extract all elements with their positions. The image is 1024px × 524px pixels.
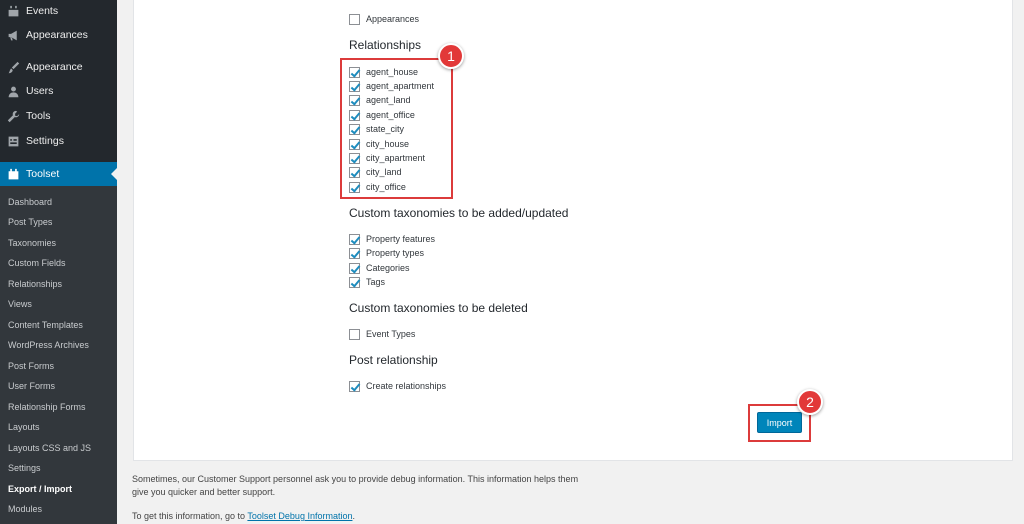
submenu-item-settings[interactable]: Settings bbox=[8, 463, 41, 473]
menu-item-tools[interactable]: Tools bbox=[0, 105, 117, 127]
submenu-item-export-import[interactable]: Export / Import bbox=[8, 484, 72, 494]
annotation-badge-1: 1 bbox=[438, 43, 464, 69]
checkbox-taxonomy[interactable]: Property features bbox=[349, 232, 435, 246]
checkbox-label: Tags bbox=[366, 277, 386, 287]
submenu-item-post-types[interactable]: Post Types bbox=[8, 217, 52, 227]
menu-label: Toolset bbox=[26, 168, 60, 180]
relationships-heading: Relationships bbox=[349, 38, 422, 52]
menu-item-appearance[interactable]: Appearance bbox=[0, 56, 117, 78]
checkbox-label: Create relationships bbox=[366, 381, 447, 391]
checkbox[interactable] bbox=[349, 13, 360, 25]
import-panel bbox=[133, 0, 1013, 461]
annotation-badge-2: 2 bbox=[797, 389, 823, 415]
menu-label: Settings bbox=[26, 135, 64, 147]
checkbox-label: Property types bbox=[366, 248, 425, 258]
toolset-submenu: Dashboard Post Types Taxonomies Custom F… bbox=[0, 186, 117, 524]
checkbox-taxonomy[interactable]: Tags bbox=[349, 275, 385, 289]
submenu-item-post-forms[interactable]: Post Forms bbox=[8, 361, 54, 371]
checkbox[interactable] bbox=[349, 233, 360, 245]
user-icon bbox=[6, 84, 20, 98]
menu-label: Tools bbox=[26, 110, 51, 122]
relationships-highlight-box bbox=[340, 58, 453, 199]
megaphone-icon bbox=[6, 28, 20, 42]
checkbox[interactable] bbox=[349, 276, 360, 288]
submenu-item-relationships[interactable]: Relationships bbox=[8, 279, 62, 289]
submenu-item-modules[interactable]: Modules bbox=[8, 504, 42, 514]
checkbox-label: Appearances bbox=[366, 14, 420, 24]
paintbrush-icon bbox=[6, 60, 20, 74]
debug-info-prefix: To get this information, go to bbox=[132, 511, 248, 521]
post-relationship-heading: Post relationship bbox=[349, 353, 438, 367]
menu-item-events[interactable]: Events bbox=[0, 0, 117, 22]
checkbox[interactable] bbox=[349, 380, 360, 392]
debug-info-line-1: Sometimes, our Customer Support personne… bbox=[132, 474, 579, 484]
menu-label: Appearance bbox=[26, 61, 83, 73]
checkbox-label: Categories bbox=[366, 263, 410, 273]
menu-item-toolset[interactable]: Toolset bbox=[0, 162, 117, 186]
menu-label: Appearances bbox=[26, 29, 88, 41]
checkbox-create-relationships[interactable]: Create relationships bbox=[349, 379, 446, 393]
submenu-item-dashboard[interactable]: Dashboard bbox=[8, 197, 52, 207]
import-button[interactable]: Import bbox=[757, 412, 802, 433]
settings-icon bbox=[6, 134, 20, 148]
submenu-item-content-templates[interactable]: Content Templates bbox=[8, 320, 83, 330]
menu-item-users[interactable]: Users bbox=[0, 80, 117, 102]
checkbox-appearances[interactable]: Appearances bbox=[349, 12, 419, 26]
submenu-item-views[interactable]: Views bbox=[8, 299, 32, 309]
checkbox-taxonomy[interactable]: Categories bbox=[349, 261, 410, 275]
menu-item-appearances[interactable]: Appearances bbox=[0, 24, 117, 46]
checkbox-label: Event Types bbox=[366, 329, 416, 339]
current-menu-arrow bbox=[111, 168, 117, 180]
submenu-item-relationship-forms[interactable]: Relationship Forms bbox=[8, 402, 86, 412]
calendar-icon bbox=[6, 4, 20, 18]
toolset-icon bbox=[6, 167, 20, 181]
checkbox[interactable] bbox=[349, 247, 360, 259]
taxonomies-deleted-heading: Custom taxonomies to be deleted bbox=[349, 301, 528, 315]
debug-info-paragraph: Sometimes, our Customer Support personne… bbox=[132, 473, 578, 499]
checkbox[interactable] bbox=[349, 262, 360, 274]
menu-label: Users bbox=[26, 85, 54, 97]
admin-sidebar: Events Appearances Appearance Users Tool… bbox=[0, 0, 117, 524]
debug-info-line-2: give you quicker and better support. bbox=[132, 487, 276, 497]
submenu-item-user-forms[interactable]: User Forms bbox=[8, 381, 55, 391]
debug-info-link-line: To get this information, go to Toolset D… bbox=[132, 510, 355, 523]
checkbox-event-types[interactable]: Event Types bbox=[349, 327, 415, 341]
submenu-item-wordpress-archives[interactable]: WordPress Archives bbox=[8, 340, 89, 350]
taxonomies-added-heading: Custom taxonomies to be added/updated bbox=[349, 206, 569, 220]
menu-label: Events bbox=[26, 5, 59, 17]
toolset-debug-info-link[interactable]: Toolset Debug Information bbox=[247, 511, 352, 521]
debug-info-suffix: . bbox=[352, 511, 355, 521]
checkbox-label: Property features bbox=[366, 234, 436, 244]
checkbox-taxonomy[interactable]: Property types bbox=[349, 246, 424, 260]
wrench-icon bbox=[6, 109, 20, 123]
submenu-item-layouts[interactable]: Layouts bbox=[8, 422, 40, 432]
checkbox[interactable] bbox=[349, 328, 360, 340]
submenu-item-custom-fields[interactable]: Custom Fields bbox=[8, 258, 66, 268]
menu-item-settings[interactable]: Settings bbox=[0, 130, 117, 152]
submenu-item-taxonomies[interactable]: Taxonomies bbox=[8, 238, 56, 248]
submenu-item-layouts-css-js[interactable]: Layouts CSS and JS bbox=[8, 443, 91, 453]
